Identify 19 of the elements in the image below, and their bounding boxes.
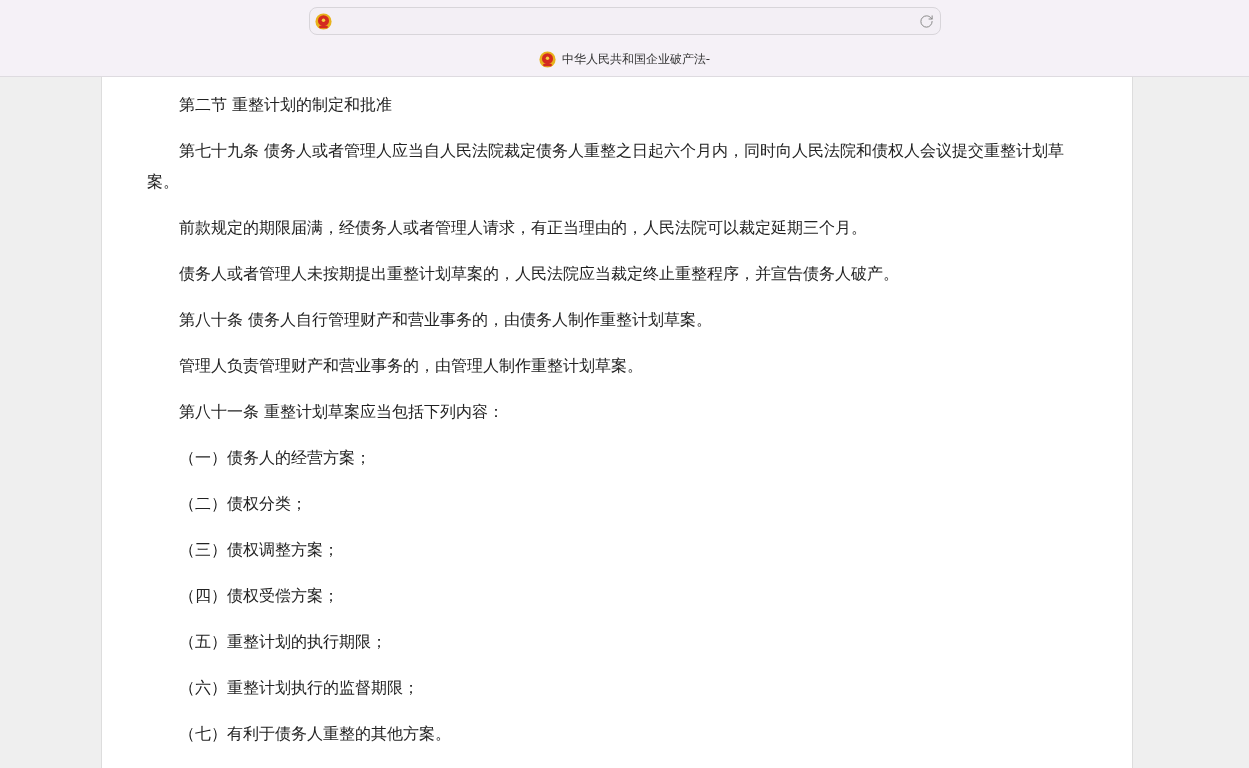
paragraph: （五）重整计划的执行期限；: [177, 631, 388, 653]
paragraph: 第七十九条 债务人或者管理人应当自人民法院裁定债务人重整之日起六个月内，同时向人民法院和债权人会议提交重整计划草案。: [146, 140, 1065, 193]
tab-title[interactable]: 中华人民共和国企业破产法-: [561, 51, 711, 68]
emblem-icon: [538, 51, 556, 68]
paragraph: （二）债权分类；: [177, 493, 308, 515]
paragraph: 第八十一条 重整计划草案应当包括下列内容：: [177, 401, 505, 423]
paragraph: 管理人负责管理财产和营业事务的，由管理人制作重整计划草案。: [177, 355, 644, 377]
paragraph: （七）有利于债务人重整的其他方案。: [177, 723, 452, 745]
reload-icon[interactable]: [918, 13, 934, 29]
paragraph: （四）债权受偿方案；: [177, 585, 340, 607]
address-bar[interactable]: [308, 7, 941, 35]
emblem-icon: [314, 12, 332, 30]
paragraph: 前款规定的期限届满，经债务人或者管理人请求，有正当理由的，人民法院可以裁定延期三个月。: [177, 217, 868, 239]
paragraph: 第二节 重整计划的制定和批准: [177, 94, 393, 116]
paragraph: 债务人或者管理人未按期提出重整计划草案的，人民法院应当裁定终止重整程序，并宣告债务人破产。: [177, 263, 900, 285]
paragraph: （三）债权调整方案；: [177, 539, 340, 561]
paragraph: （一）债务人的经营方案；: [177, 447, 372, 469]
paragraph: 第八十条 债务人自行管理财产和营业事务的，由债务人制作重整计划草案。: [177, 309, 713, 331]
paragraph: （六）重整计划执行的监督期限；: [177, 677, 420, 699]
